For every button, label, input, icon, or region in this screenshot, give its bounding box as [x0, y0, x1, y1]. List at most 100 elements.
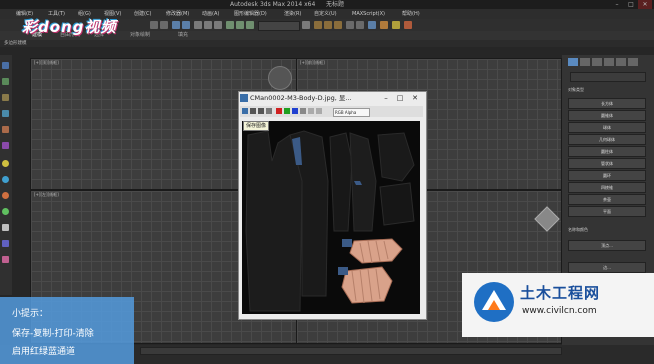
plane-button[interactable]: 平面 [568, 206, 646, 217]
menu-rendering[interactable]: 渲染(R) [284, 9, 301, 19]
utilities-tab-icon[interactable] [628, 58, 638, 66]
menu-graph-editors[interactable]: 图形编辑器(D) [234, 9, 267, 19]
texture-canvas [242, 121, 420, 314]
modify-tab-icon[interactable] [580, 58, 590, 66]
sphere-button[interactable]: 球体 [568, 122, 646, 133]
motion-icon[interactable] [2, 110, 9, 117]
frame-icon [240, 94, 248, 102]
object-type-header: 对象类型 [568, 87, 584, 92]
select-by-name-icon[interactable] [204, 21, 212, 29]
alpha-channel-icon[interactable] [300, 108, 306, 114]
file-name: 无标题 [326, 1, 345, 8]
channel-dropdown[interactable]: RGB Alpha [333, 108, 370, 117]
texture-image [242, 121, 420, 314]
save-image-icon[interactable] [242, 108, 248, 114]
shapes-icon[interactable] [2, 240, 9, 247]
close-button[interactable]: ✕ [638, 0, 652, 9]
rotate-icon[interactable] [236, 21, 244, 29]
utilities-icon[interactable] [2, 142, 9, 149]
menu-maxscript[interactable]: MAXScript(X) [352, 9, 385, 19]
menu-create[interactable]: 创建(C) [134, 9, 151, 19]
green-channel-icon[interactable] [284, 108, 290, 114]
image-window-close[interactable]: ✕ [408, 93, 422, 103]
menu-animation[interactable]: 动画(A) [202, 9, 219, 19]
torus-button[interactable]: 圆环 [568, 170, 646, 181]
geometry-icon[interactable] [2, 256, 9, 263]
helper-icon[interactable] [2, 192, 9, 199]
percent-snap-icon[interactable] [334, 21, 342, 29]
select-region-icon[interactable] [214, 21, 222, 29]
save-image-tooltip: 保存图像 [243, 121, 270, 131]
image-window-maximize[interactable]: □ [394, 93, 406, 103]
menu-help[interactable]: 帮助(H) [402, 9, 420, 19]
select-object-icon[interactable] [194, 21, 202, 29]
redo-icon[interactable] [160, 21, 168, 29]
teapot-button[interactable]: 茶壶 [568, 194, 646, 205]
display-tab-icon[interactable] [616, 58, 626, 66]
mono-icon[interactable] [308, 108, 314, 114]
red-channel-icon[interactable] [276, 108, 282, 114]
select-link-icon[interactable] [172, 21, 180, 29]
undo-icon[interactable] [150, 21, 158, 29]
time-slider[interactable] [140, 347, 562, 355]
image-window-title: CMan0002-M3-Body-D.jpg, 显... [250, 94, 352, 102]
minimize-button[interactable]: – [610, 0, 624, 9]
render-icon[interactable] [404, 21, 412, 29]
create-icon[interactable] [2, 62, 9, 69]
cylinder-button[interactable]: 圆柱体 [568, 146, 646, 157]
ribbon-section-label: 多边形建模 [4, 41, 27, 46]
move-icon[interactable] [226, 21, 234, 29]
pyramid-button[interactable]: 四棱锥 [568, 182, 646, 193]
light-icon[interactable] [2, 160, 9, 167]
viewport-front-label[interactable]: [+][前][线框] [300, 60, 325, 66]
tips-line-2: 启用红绿蓝通道 [12, 347, 76, 357]
viewcube-top[interactable] [268, 66, 292, 90]
image-window-minimize[interactable]: – [380, 93, 392, 103]
viewport-top-label[interactable]: [+][顶][线框] [34, 60, 59, 66]
caidong-logo: 彩dong视频 [22, 18, 117, 36]
align-icon[interactable] [356, 21, 364, 29]
hierarchy-icon[interactable] [2, 94, 9, 101]
viewport-left-label[interactable]: [+][左][线框] [34, 192, 59, 198]
blue-channel-icon[interactable] [292, 108, 298, 114]
menu-customize[interactable]: 自定义(U) [314, 9, 337, 19]
color-swatch-icon[interactable] [316, 108, 322, 114]
scale-icon[interactable] [246, 21, 254, 29]
camera-icon[interactable] [2, 176, 9, 183]
ribbon-panel [0, 40, 654, 47]
print-image-icon[interactable] [258, 108, 264, 114]
box-button[interactable]: 长方体 [568, 98, 646, 109]
hierarchy-tab-icon[interactable] [592, 58, 602, 66]
clear-image-icon[interactable] [266, 108, 272, 114]
civilcn-title: 土木工程网 [520, 284, 601, 302]
modify-icon[interactable] [2, 78, 9, 85]
vertex-button[interactable]: 顶点... [568, 240, 646, 251]
tips-line-1: 保存-复制-打印-清除 [12, 329, 94, 339]
systems-icon[interactable] [2, 224, 9, 231]
material-editor-icon[interactable] [380, 21, 388, 29]
tips-title: 小提示： [12, 309, 49, 319]
unlink-icon[interactable] [182, 21, 190, 29]
pivot-icon[interactable] [302, 21, 310, 29]
motion-tab-icon[interactable] [604, 58, 614, 66]
angle-snap-icon[interactable] [324, 21, 332, 29]
snap-icon[interactable] [314, 21, 322, 29]
spacewarp-icon[interactable] [2, 208, 9, 215]
layer-icon[interactable] [368, 21, 376, 29]
render-setup-icon[interactable] [392, 21, 400, 29]
display-icon[interactable] [2, 126, 9, 133]
menu-modifiers[interactable]: 修改器(M) [166, 9, 189, 19]
tube-button[interactable]: 管状体 [568, 158, 646, 169]
maximize-button[interactable]: □ [624, 0, 638, 9]
edge-button[interactable]: 边... [568, 262, 646, 273]
geosphere-button[interactable]: 几何球体 [568, 134, 646, 145]
cone-button[interactable]: 圆锥体 [568, 110, 646, 121]
tab-populate[interactable]: 填充 [178, 31, 188, 40]
tab-object-paint[interactable]: 对象绘制 [130, 31, 150, 40]
mirror-icon[interactable] [346, 21, 354, 29]
copy-image-icon[interactable] [250, 108, 256, 114]
window-title: Autodesk 3ds Max 2014 x64 [230, 1, 316, 8]
reference-coord-dropdown[interactable] [258, 21, 300, 31]
object-category-dropdown[interactable] [570, 72, 646, 82]
create-tab-icon[interactable] [568, 58, 578, 66]
